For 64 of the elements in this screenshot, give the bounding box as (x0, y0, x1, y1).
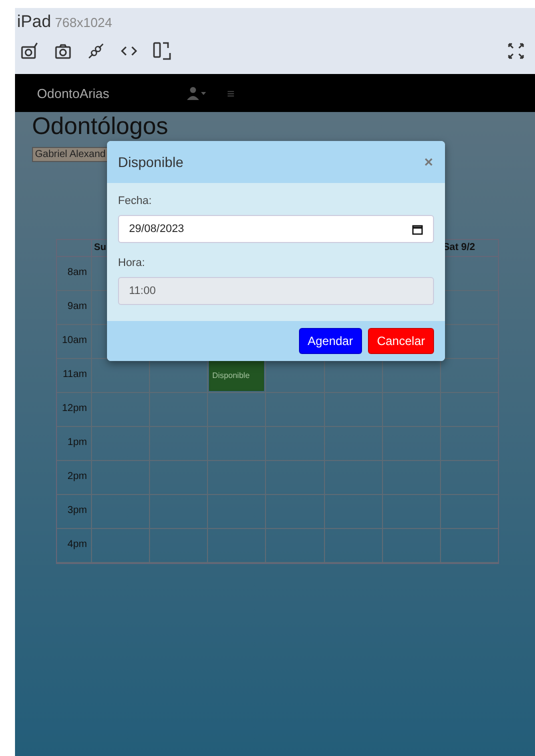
rotate-device-icon[interactable] (153, 42, 171, 60)
calendar-cell[interactable] (440, 393, 498, 427)
modal-title: Disponible (118, 154, 184, 170)
calendar-cell[interactable] (91, 529, 150, 563)
brand-link[interactable]: OdontoArias (37, 86, 187, 100)
calendar-cell[interactable] (207, 529, 266, 563)
calendar-cell[interactable] (149, 427, 208, 461)
calendar-cell[interactable] (440, 495, 498, 529)
date-field[interactable]: 29/08/2023 (118, 215, 434, 243)
calendar-cell[interactable] (324, 495, 382, 529)
hour-label: 4pm (68, 539, 87, 550)
calendar-cell[interactable] (324, 461, 382, 495)
hour-label: 1pm (68, 437, 87, 448)
hour-label: 2pm (68, 471, 87, 482)
hour-label: 9am (68, 301, 87, 312)
calendar-cell[interactable] (149, 495, 208, 529)
calendar-cell[interactable] (382, 529, 440, 563)
calendar-cell[interactable] (324, 529, 382, 563)
calendar-cell[interactable] (149, 461, 208, 495)
hour-label: 8am (68, 267, 87, 278)
hour-label: 12pm (62, 403, 87, 414)
calendar-cell[interactable] (265, 427, 324, 461)
field-label: Hora: (118, 257, 146, 269)
device-name: iPad (17, 12, 52, 32)
calendar-cell[interactable] (265, 393, 324, 427)
camera-icon[interactable] (21, 42, 39, 60)
plug-icon[interactable] (87, 42, 105, 60)
calendar-cell[interactable] (207, 461, 266, 495)
calendar-cell[interactable] (91, 393, 150, 427)
calendar-cell[interactable] (382, 495, 440, 529)
calendar-cell[interactable] (91, 495, 150, 529)
calendar-cell[interactable] (265, 529, 324, 563)
calendar-cell[interactable] (324, 427, 382, 461)
calendar-cell[interactable] (91, 461, 150, 495)
dentist-select[interactable]: Gabriel Alexand (32, 147, 109, 162)
calendar-cell[interactable] (324, 393, 382, 427)
hour-label: 10am (62, 335, 87, 346)
calendar-cell[interactable] (382, 393, 440, 427)
calendar-cell[interactable] (207, 393, 266, 427)
schedule-button[interactable]: Agendar (298, 328, 362, 354)
device-size: 768x1024 (55, 15, 112, 30)
calendar-cell[interactable] (265, 495, 324, 529)
close-button[interactable]: × (424, 154, 433, 170)
calendar-cell[interactable] (207, 427, 266, 461)
user-dropdown-icon[interactable] (187, 86, 207, 100)
calendar-cell[interactable] (265, 461, 324, 495)
calendar-cell[interactable] (382, 461, 440, 495)
field-label: Fecha: (118, 195, 153, 207)
page-title: Odontólogos (32, 114, 170, 139)
camera-icon[interactable] (54, 42, 72, 60)
calendar-cell[interactable] (382, 427, 440, 461)
fullscreen-icon[interactable] (507, 42, 525, 60)
calendar-cell[interactable] (207, 495, 266, 529)
calendar-cell[interactable] (440, 461, 498, 495)
day-header: Su (94, 242, 106, 253)
calendar-cell[interactable] (440, 529, 498, 563)
cancel-button[interactable]: Cancelar (368, 328, 434, 354)
calendar-icon[interactable] (412, 224, 423, 234)
calendar-cell[interactable] (91, 427, 150, 461)
hour-label: 3pm (68, 505, 87, 516)
calendar-cell[interactable] (149, 529, 208, 563)
calendar-cell[interactable] (149, 393, 208, 427)
calendar-cell[interactable] (440, 427, 498, 461)
hour-label: 11am (62, 369, 87, 380)
